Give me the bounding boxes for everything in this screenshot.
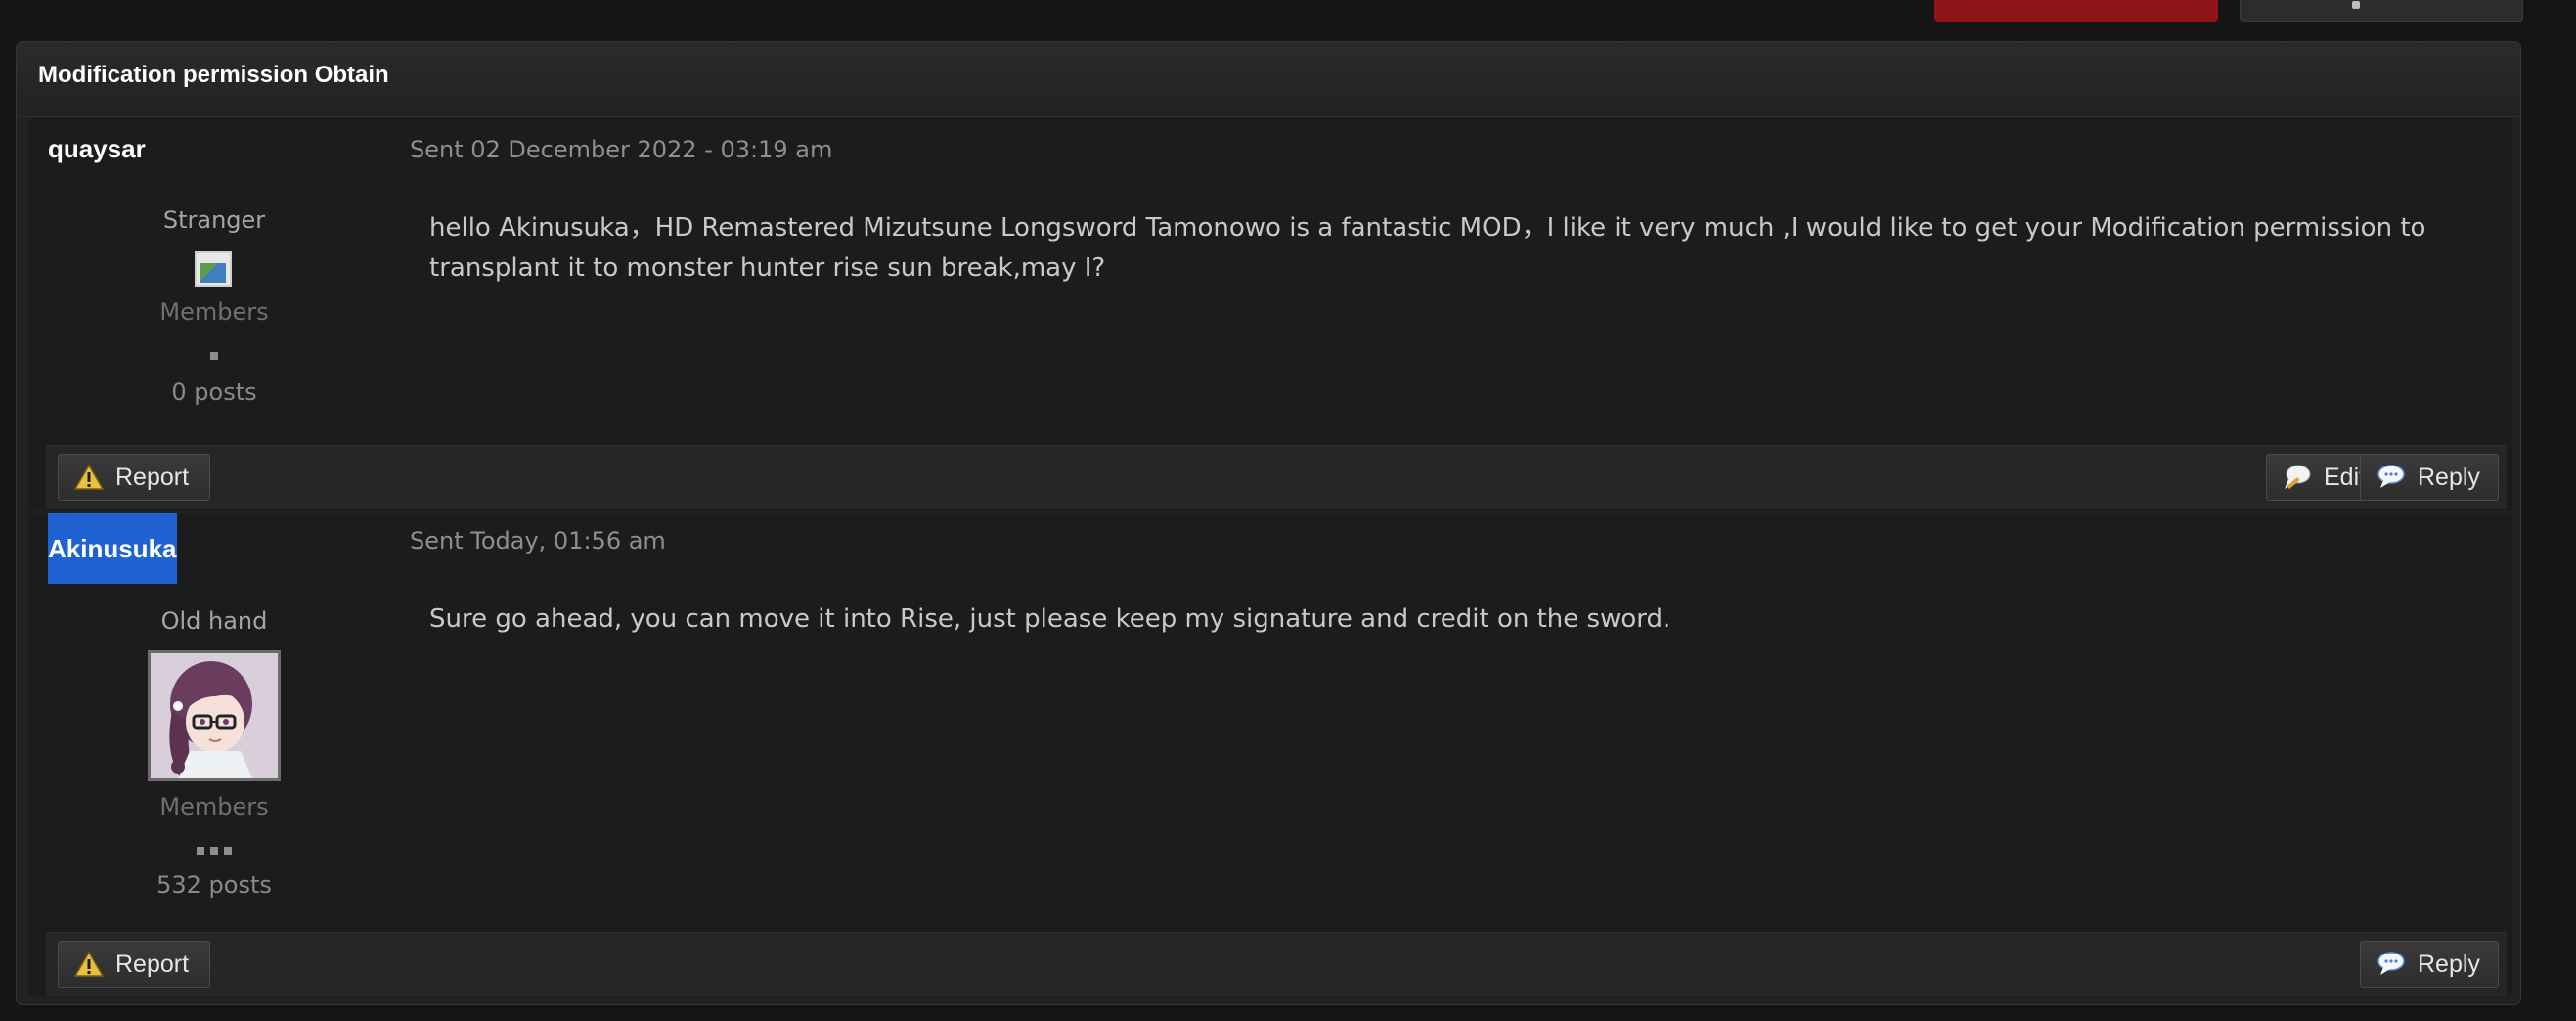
post-actions: Report Edit Reply [46, 445, 2507, 509]
post-actions: Report Reply [46, 932, 2507, 996]
post-date: Sent Today, 01:56 am [410, 527, 666, 555]
speech-bubble-icon [2376, 951, 2406, 978]
author-info: Akinusuka Old hand Members 532 posts [28, 513, 380, 997]
message-post: quaysar Stranger Members 0 posts Sent 02… [28, 118, 2512, 511]
speech-bubble-pencil-icon [2283, 464, 2312, 491]
warning-triangle-icon [73, 951, 105, 978]
author-post-count: 0 posts [171, 378, 257, 406]
avatar[interactable] [148, 650, 281, 781]
conversation-panel: Modification permission Obtain quaysar S… [16, 41, 2521, 1005]
warning-triangle-icon [73, 464, 105, 491]
author-group: Members [159, 298, 269, 326]
reply-label: Reply [2418, 463, 2480, 491]
report-label: Report [115, 950, 190, 978]
author-rank: Stranger [162, 206, 266, 234]
top-action-button-red[interactable] [1934, 0, 2218, 22]
author-rank: Old hand [160, 607, 268, 635]
reply-label: Reply [2418, 950, 2480, 978]
post-date: Sent 02 December 2022 - 03:19 am [410, 136, 833, 163]
report-button[interactable]: Report [58, 454, 210, 501]
speech-bubble-icon [2376, 464, 2406, 491]
report-label: Report [115, 463, 190, 491]
rank-pips [28, 840, 400, 855]
post-body: Sure go ahead, you can move it into Rise… [429, 604, 1671, 634]
post-body: hello Akinusuka，HD Remastered Mizutsune … [429, 213, 2426, 283]
reply-button[interactable]: Reply [2360, 454, 2499, 501]
reply-button[interactable]: Reply [2360, 941, 2499, 988]
broken-avatar-image[interactable] [195, 251, 232, 287]
rank-pips [28, 345, 400, 360]
author-group: Members [159, 793, 269, 821]
top-action-button[interactable] [2240, 0, 2523, 22]
author-name[interactable]: quaysar [48, 134, 146, 164]
message-post: Akinusuka Old hand Members 532 posts Sen… [28, 513, 2512, 997]
author-name[interactable]: Akinusuka [48, 513, 177, 584]
conversation-title: Modification permission Obtain [38, 62, 389, 88]
conversation-header: Modification permission Obtain [17, 42, 2520, 117]
messenger-page: Modification permission Obtain quaysar S… [0, 0, 2576, 1021]
author-post-count: 532 posts [156, 871, 272, 899]
report-button[interactable]: Report [58, 941, 210, 988]
